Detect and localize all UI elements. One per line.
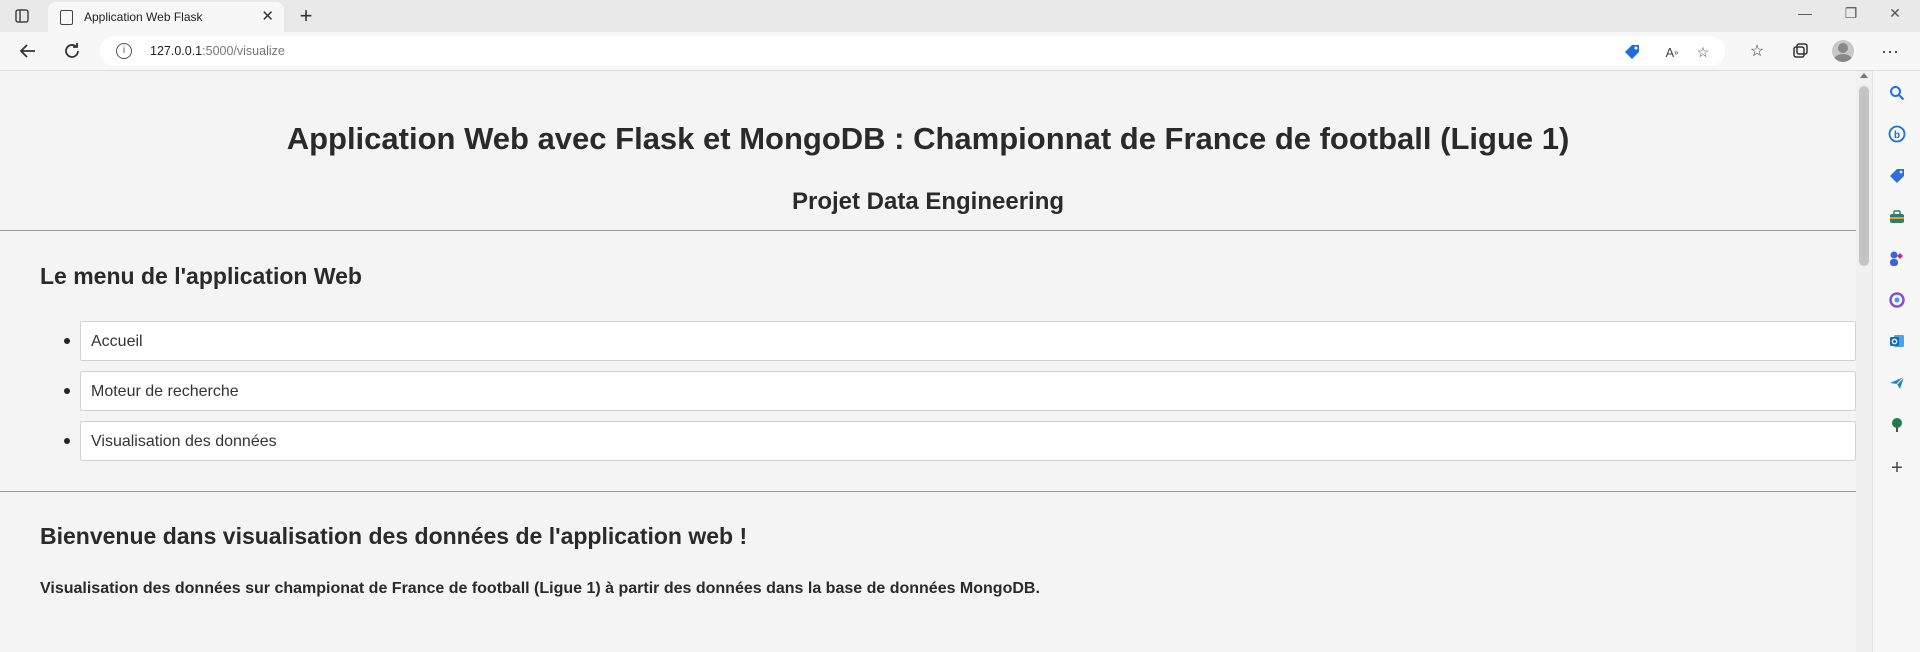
plus-icon[interactable]: + xyxy=(294,3,318,29)
app-menu: Accueil Moteur de recherche Visualisatio… xyxy=(40,321,1856,471)
shopping-tag-icon[interactable] xyxy=(1885,164,1909,188)
page-scrollbar[interactable] xyxy=(1856,71,1872,652)
favorites-icon[interactable]: ☆ xyxy=(1745,39,1769,63)
collections-icon[interactable] xyxy=(1788,39,1812,63)
send-icon[interactable] xyxy=(1885,371,1909,395)
bullet xyxy=(64,438,70,444)
games-icon[interactable] xyxy=(1885,247,1909,271)
tab-title: Application Web Flask xyxy=(84,10,203,24)
divider xyxy=(0,230,1856,231)
page-subtitle: Projet Data Engineering xyxy=(791,188,1065,215)
scrollbar-thumb[interactable] xyxy=(1859,86,1869,266)
info-icon[interactable]: i xyxy=(116,43,132,59)
tag-icon[interactable] xyxy=(1622,42,1642,62)
outlook-icon[interactable] xyxy=(1885,329,1909,353)
add-icon[interactable]: + xyxy=(1885,456,1909,480)
read-aloud-icon[interactable]: A» xyxy=(1662,42,1682,62)
tab-actions-icon[interactable] xyxy=(10,4,34,28)
menu-item-visualize: Visualisation des données xyxy=(40,421,1856,461)
browser-toolbar: i 127.0.0.1:5000/visualize A» ☆ ☆ ··· xyxy=(0,32,1920,71)
menu-item-accueil: Accueil xyxy=(40,321,1856,361)
menu-item-search: Moteur de recherche xyxy=(40,371,1856,411)
back-arrow-icon[interactable] xyxy=(15,38,41,64)
more-icon[interactable]: ··· xyxy=(1878,39,1902,63)
menu-link-accueil[interactable]: Accueil xyxy=(80,321,1856,361)
avatar[interactable] xyxy=(1832,40,1854,62)
divider xyxy=(0,491,1856,492)
menu-link-visualize[interactable]: Visualisation des données xyxy=(80,421,1856,461)
page-icon xyxy=(60,10,73,25)
menu-item-label: Accueil xyxy=(91,333,143,350)
tab-strip: Application Web Flask ✕ + — ❐ ✕ xyxy=(0,0,1920,32)
restore-icon[interactable]: ❐ xyxy=(1836,5,1866,22)
menu-item-label: Moteur de recherche xyxy=(91,383,239,400)
close-icon[interactable]: ✕ xyxy=(261,7,274,25)
menu-link-search[interactable]: Moteur de recherche xyxy=(80,371,1856,411)
browser-tab[interactable]: Application Web Flask ✕ xyxy=(48,2,284,32)
description-text: Visualisation des données sur championat… xyxy=(40,580,1040,597)
tree-icon[interactable] xyxy=(1885,413,1909,437)
url-text[interactable]: 127.0.0.1:5000/visualize xyxy=(150,44,285,58)
url-path: :5000/visualize xyxy=(202,44,285,58)
tools-icon[interactable] xyxy=(1885,205,1909,229)
star-plus-icon[interactable]: ☆ xyxy=(1693,42,1713,62)
svg-text:b: b xyxy=(1894,130,1900,141)
url-host: 127.0.0.1 xyxy=(150,44,203,58)
window-close-icon[interactable]: ✕ xyxy=(1880,5,1910,22)
address-bar[interactable]: i 127.0.0.1:5000/visualize A» ☆ xyxy=(100,36,1725,66)
bullet xyxy=(64,338,70,344)
browser-sidebar: b + xyxy=(1872,71,1920,652)
reload-icon[interactable] xyxy=(59,38,85,64)
office-icon[interactable] xyxy=(1885,288,1909,312)
minimize-icon[interactable]: — xyxy=(1790,5,1820,21)
bing-chat-icon[interactable]: b xyxy=(1885,122,1909,146)
bullet xyxy=(64,388,70,394)
page-content: Application Web avec Flask et MongoDB : … xyxy=(0,71,1856,652)
menu-title: Le menu de l'application Web xyxy=(40,263,362,289)
scroll-up-icon[interactable] xyxy=(1860,73,1868,78)
welcome-title: Bienvenue dans visualisation des données… xyxy=(40,523,748,549)
search-icon[interactable] xyxy=(1885,81,1909,105)
page-title: Application Web avec Flask et MongoDB : … xyxy=(286,121,1570,156)
menu-item-label: Visualisation des données xyxy=(91,433,277,450)
